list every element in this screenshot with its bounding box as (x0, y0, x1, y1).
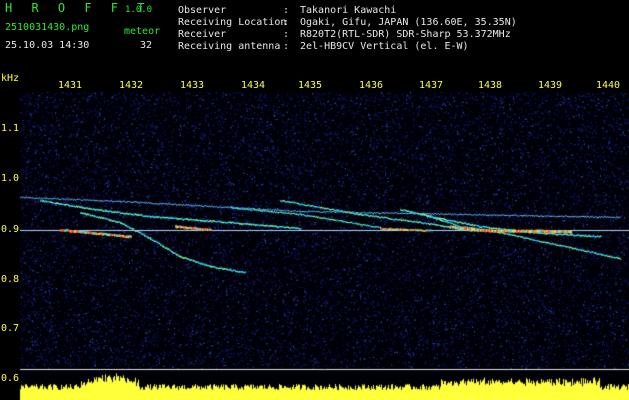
y-tick-label: 0.8 (1, 274, 20, 285)
info-label-location: Receiving Location (178, 17, 287, 28)
x-tick-label: 1436 (358, 80, 384, 91)
x-tick-label: 1438 (477, 80, 503, 91)
meteor-count: 32 (140, 40, 153, 51)
x-tick-label: 1433 (179, 80, 205, 91)
y-tick-label: 0.9 (1, 224, 20, 235)
info-label-observer: Observer (178, 5, 227, 16)
x-tick-label: 1431 (57, 80, 83, 91)
y-axis-unit: kHz (1, 73, 20, 84)
meteor-label: meteor (124, 26, 161, 37)
info-sep: : (283, 41, 290, 52)
info-value-location: Ogaki, Gifu, JAPAN (136.60E, 35.35N) (300, 17, 517, 28)
info-value-receiver: R820T2(RTL-SDR) SDR-Sharp 53.372MHz (300, 29, 511, 40)
x-tick-label: 1434 (240, 80, 266, 91)
info-value-antenna: 2el-HB9CV Vertical (el. E-W) (300, 41, 469, 52)
x-tick-label: 1437 (418, 80, 444, 91)
x-tick-label: 1432 (118, 80, 144, 91)
info-label-receiver: Receiver (178, 29, 227, 40)
y-tick-label: 1.0 (1, 173, 20, 184)
info-sep: : (283, 17, 290, 28)
info-sep: : (283, 29, 290, 40)
file-name: 2510031430.png (5, 22, 90, 33)
app-version: 1.0.0 (125, 5, 153, 15)
info-label-antenna: Receiving antenna (178, 41, 281, 52)
datetime: 25.10.03 14:30 (5, 40, 90, 51)
info-value-observer: Takanori Kawachi (300, 5, 397, 16)
x-tick-label: 1440 (595, 80, 621, 91)
spectrogram-canvas (0, 0, 629, 400)
y-tick-label: 1.1 (1, 123, 20, 134)
info-sep: : (283, 5, 290, 16)
x-tick-label: 1439 (537, 80, 563, 91)
y-tick-label: 0.6 (1, 373, 20, 384)
y-tick-label: 0.7 (1, 323, 20, 334)
x-tick-label: 1435 (297, 80, 323, 91)
